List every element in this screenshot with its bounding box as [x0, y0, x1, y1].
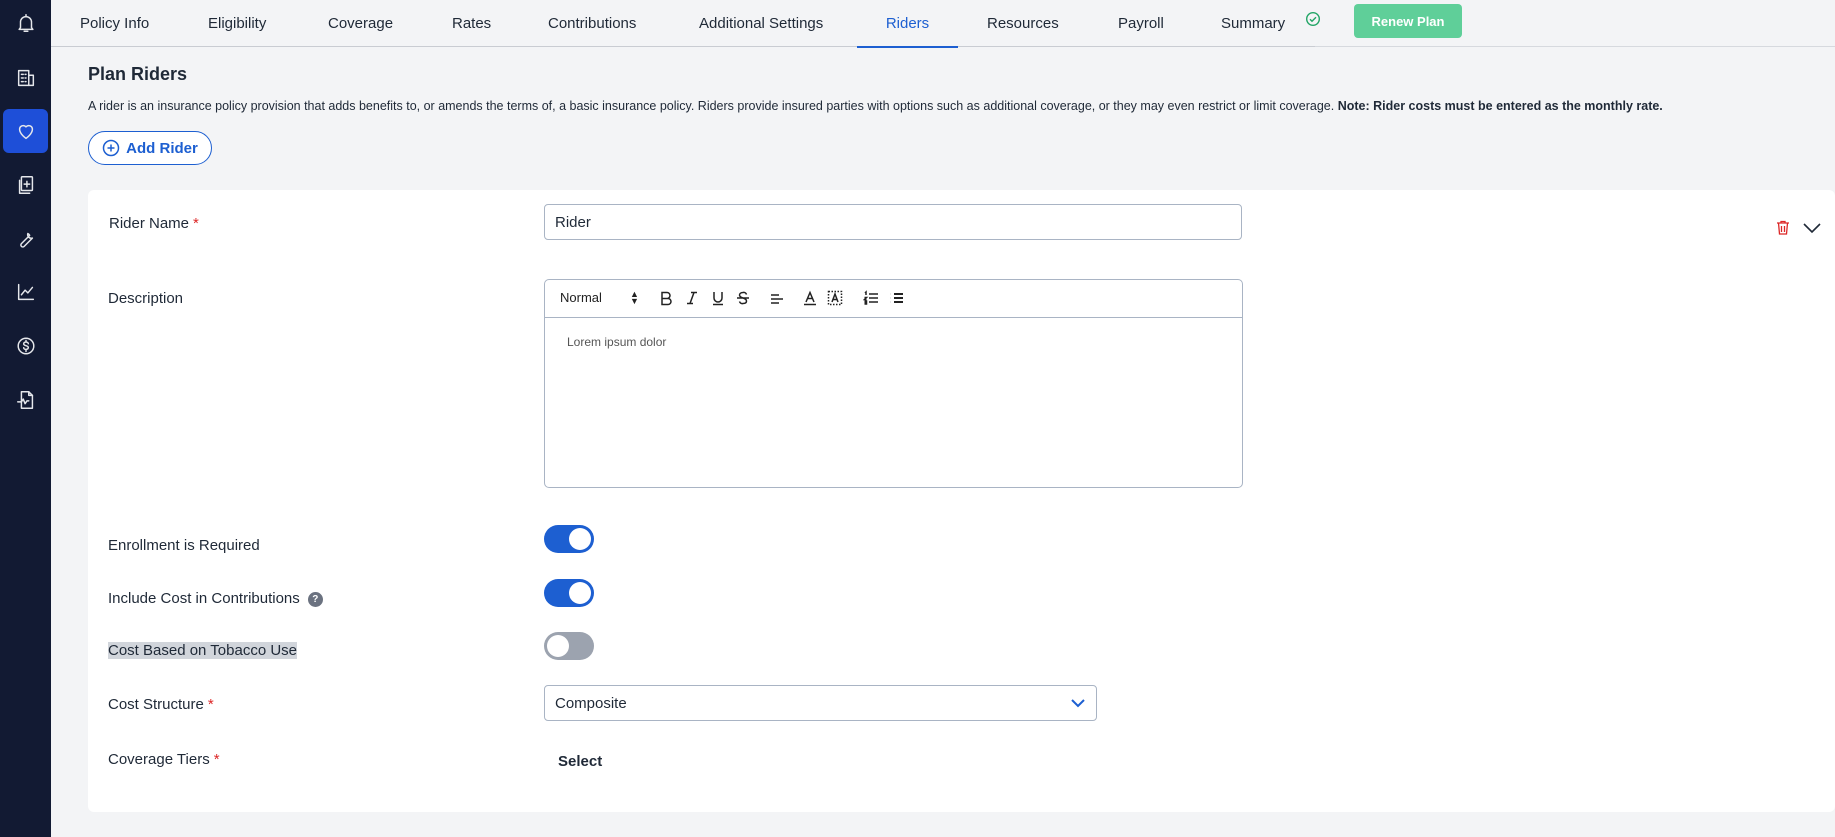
bold-icon[interactable] [658, 290, 674, 308]
tab-resources[interactable]: Resources [987, 0, 1059, 47]
tab-coverage[interactable]: Coverage [328, 0, 393, 47]
rider-name-input[interactable] [544, 204, 1242, 240]
tobacco-use-label: Cost Based on Tobacco Use [108, 642, 298, 659]
coverage-tiers-label: Coverage Tiers * [108, 751, 220, 768]
cost-structure-label: Cost Structure * [108, 696, 214, 713]
enrollment-required-toggle[interactable] [544, 525, 594, 553]
report-icon[interactable] [3, 378, 48, 422]
rider-name-label: Rider Name * [109, 215, 199, 232]
coverage-tiers-label-text: Coverage Tiers [108, 751, 210, 768]
bullet-list-icon[interactable] [888, 290, 904, 308]
toggle-knob [569, 528, 591, 550]
description-note: Note: Rider costs must be entered as the… [1337, 99, 1663, 113]
required-mark: * [207, 696, 214, 713]
editor-content[interactable]: Lorem ipsum dolor [567, 335, 666, 349]
help-icon[interactable]: ? [307, 591, 323, 607]
dollar-icon[interactable] [3, 324, 48, 368]
tab-summary[interactable]: Summary [1221, 0, 1285, 47]
include-cost-label: Include Cost in Contributions? [108, 590, 323, 607]
add-rider-button[interactable]: Add Rider [88, 131, 212, 165]
required-mark: * [213, 751, 220, 768]
tab-riders[interactable]: Riders [857, 0, 958, 48]
tab-rates[interactable]: Rates [452, 0, 491, 47]
sidebar [0, 0, 51, 837]
tobacco-use-toggle[interactable] [544, 632, 594, 660]
editor-toolbar: Normal ▲ ▼ [545, 280, 1242, 318]
check-circle-icon [1305, 11, 1321, 27]
underline-icon[interactable] [710, 290, 726, 308]
align-icon[interactable] [769, 290, 785, 308]
enrollment-required-label: Enrollment is Required [108, 537, 260, 554]
tab-policy-info[interactable]: Policy Info [80, 0, 149, 47]
description-text: A rider is an insurance policy provision… [88, 99, 1335, 113]
tab-contributions[interactable]: Contributions [548, 0, 636, 47]
renew-plan-button[interactable]: Renew Plan [1354, 4, 1462, 38]
wrench-icon[interactable] [3, 217, 48, 261]
ordered-list-icon[interactable] [862, 290, 879, 308]
chart-icon[interactable] [3, 270, 48, 314]
plus-circle-icon [102, 139, 120, 157]
heading-select-value: Normal [560, 290, 602, 305]
trash-icon[interactable] [1775, 219, 1791, 236]
select-arrows-icon: ▲ ▼ [630, 289, 639, 306]
page-title: Plan Riders [88, 64, 188, 84]
include-cost-toggle[interactable] [544, 579, 594, 607]
required-mark: * [193, 215, 199, 232]
rider-name-label-text: Rider Name [109, 215, 190, 232]
background-color-icon[interactable] [827, 290, 843, 308]
building-icon[interactable] [3, 56, 48, 100]
tab-additional-settings[interactable]: Additional Settings [699, 0, 823, 47]
description-editor: Normal ▲ ▼ Lorem ipsum dolor [544, 279, 1243, 488]
cost-structure-value: Composite [555, 695, 627, 712]
tab-payroll[interactable]: Payroll [1118, 0, 1164, 47]
page-description: A rider is an insurance policy provision… [88, 99, 1663, 113]
cost-structure-select[interactable]: Composite [544, 685, 1097, 721]
bell-icon[interactable] [3, 1, 48, 45]
chevron-down-icon [1071, 699, 1085, 708]
tab-eligibility[interactable]: Eligibility [208, 0, 266, 47]
coverage-tiers-select[interactable]: Select [558, 753, 602, 770]
font-color-icon[interactable] [802, 290, 818, 308]
strikethrough-icon[interactable] [735, 290, 751, 308]
add-rider-label: Add Rider [126, 139, 198, 157]
toggle-knob [569, 582, 591, 604]
italic-icon[interactable] [684, 290, 700, 308]
description-label: Description [108, 290, 184, 307]
chevron-down-icon[interactable] [1802, 221, 1822, 235]
heading-select[interactable]: Normal ▲ ▼ [560, 290, 639, 308]
cost-structure-label-text: Cost Structure [108, 696, 204, 713]
toggle-knob [547, 635, 569, 657]
include-cost-label-text: Include Cost in Contributions [108, 590, 300, 607]
heart-icon[interactable] [3, 109, 48, 153]
document-add-icon[interactable] [3, 163, 48, 207]
